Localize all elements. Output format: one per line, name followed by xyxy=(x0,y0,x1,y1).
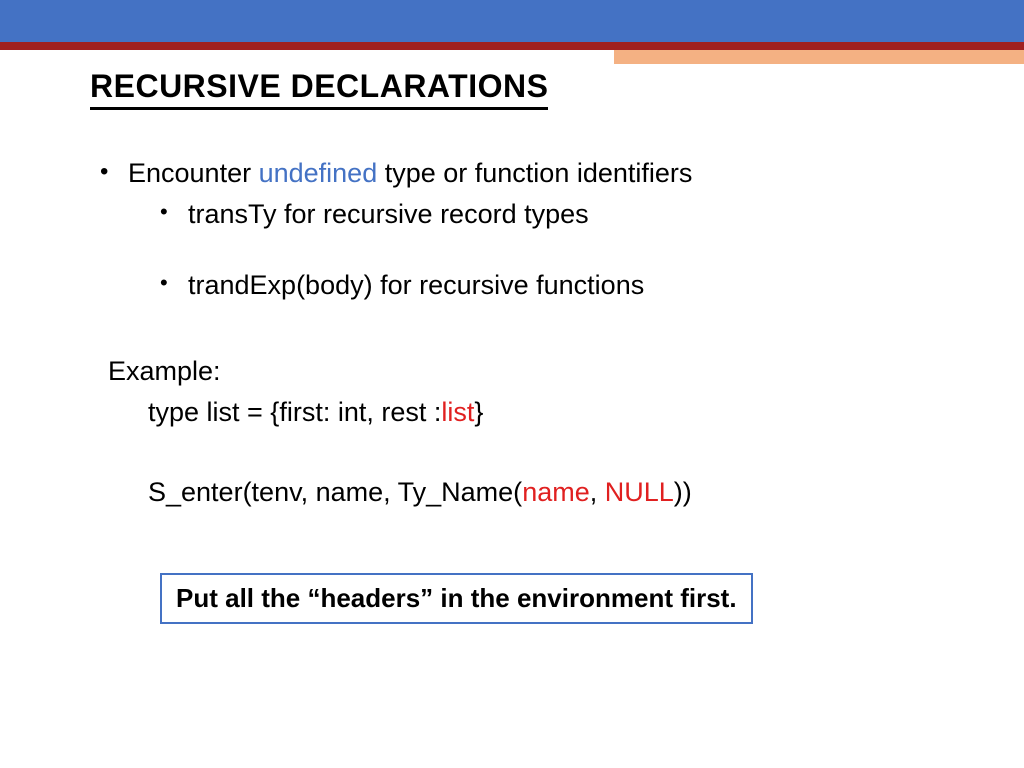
bullet-sub-2: trandExp(body) for recursive functions xyxy=(188,270,934,301)
example-line3-hl2: NULL xyxy=(605,477,674,507)
example-type-line: type list = {first: int, rest :list} xyxy=(148,392,934,433)
example-line2-prefix: type list = {first: int, rest : xyxy=(148,397,441,427)
example-line2-suffix: } xyxy=(474,397,483,427)
example-call-line: S_enter(tenv, name, Ty_Name(name, NULL)) xyxy=(148,472,934,513)
bullet-sub-1: transTy for recursive record types xyxy=(188,199,934,230)
example-line2-highlight: list xyxy=(441,397,474,427)
example-line3-prefix: S_enter(tenv, name, Ty_Name( xyxy=(148,477,522,507)
header-blue-bar xyxy=(0,0,1024,42)
example-line3-suffix: )) xyxy=(674,477,692,507)
example-section: Example: type list = {first: int, rest :… xyxy=(108,351,934,513)
spacer xyxy=(90,240,934,270)
bullet-text-prefix: Encounter xyxy=(128,158,259,188)
bullet-text-suffix: type or function identifiers xyxy=(377,158,692,188)
example-label: Example: xyxy=(108,351,934,392)
bullet-main-1: Encounter undefined type or function ide… xyxy=(128,158,934,189)
callout-box: Put all the “headers” in the environment… xyxy=(160,573,753,624)
header-red-bar xyxy=(0,42,1024,50)
example-line3-mid: , xyxy=(590,477,605,507)
slide-title: RECURSIVE DECLARATIONS xyxy=(90,68,548,110)
slide-content: RECURSIVE DECLARATIONS Encounter undefin… xyxy=(0,50,1024,624)
example-line3-hl1: name xyxy=(522,477,590,507)
bullet-text-highlight: undefined xyxy=(259,158,378,188)
